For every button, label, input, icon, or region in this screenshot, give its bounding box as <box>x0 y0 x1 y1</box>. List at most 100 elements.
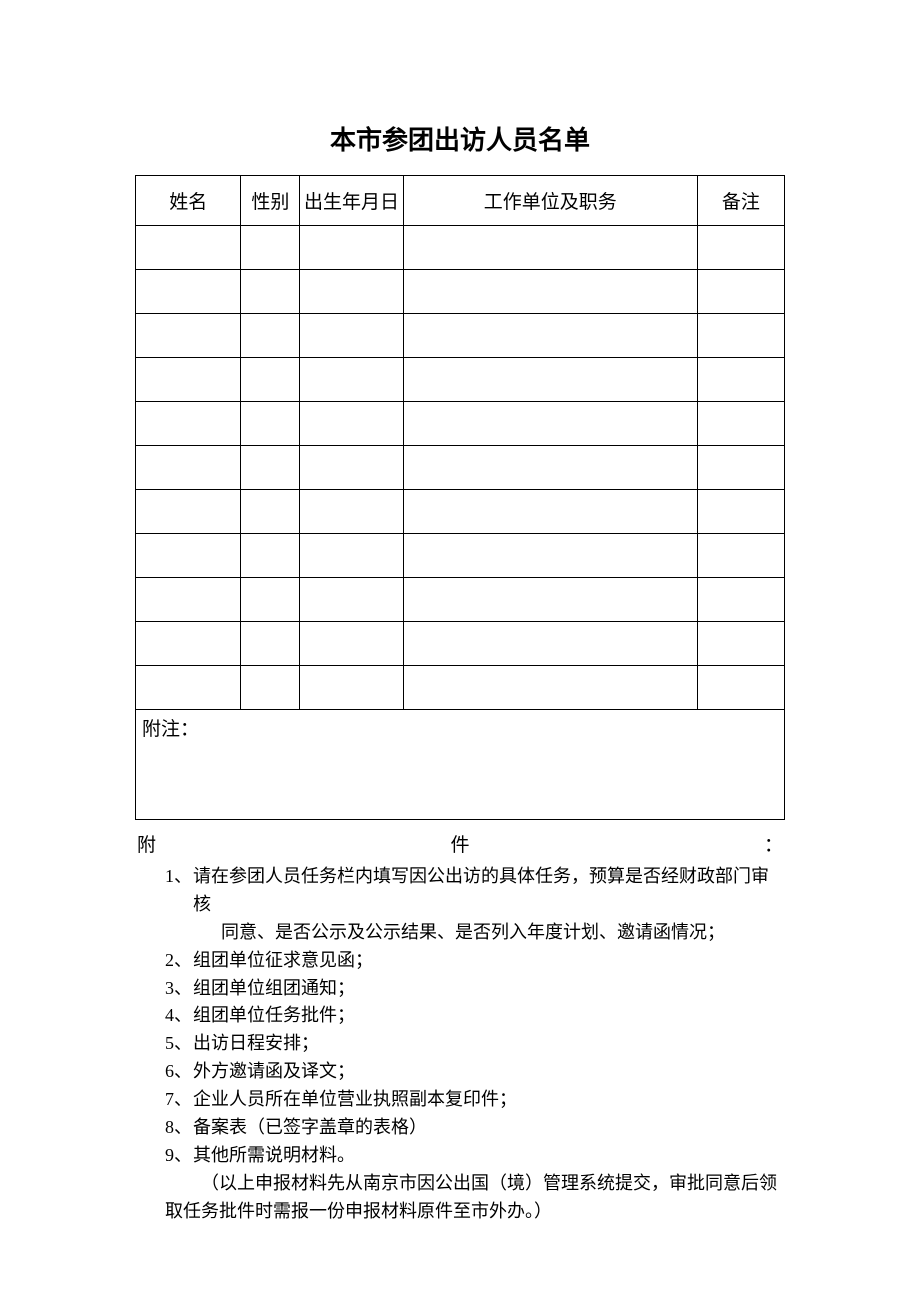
cell-dob <box>300 534 403 578</box>
attachment-item: 3、组团单位组团通知； <box>193 975 785 1003</box>
attachment-item-number: 5、 <box>165 1030 192 1058</box>
attachments-section: 附 件 ： 1、请在参团人员任务栏内填写因公出访的具体任务，预算是否经财政部门审… <box>135 830 785 1226</box>
cell-note <box>697 226 784 270</box>
attachment-item: 9、其他所需说明材料。 <box>193 1142 785 1170</box>
header-name: 姓名 <box>136 176 241 226</box>
attachment-item-text: 外方邀请函及译文； <box>193 1061 355 1081</box>
cell-name <box>136 490 241 534</box>
attachment-item-text: 请在参团人员任务栏内填写因公出访的具体任务，预算是否经财政部门审核 <box>193 866 769 914</box>
cell-note <box>697 534 784 578</box>
table-row <box>136 534 785 578</box>
cell-name <box>136 270 241 314</box>
attachment-item-text: 组团单位任务批件； <box>193 1005 355 1025</box>
cell-dob <box>300 226 403 270</box>
cell-sex <box>241 490 300 534</box>
cell-dob <box>300 314 403 358</box>
attachment-item-sub: 同意、是否公示及公示结果、是否列入年度计划、邀请函情况； <box>193 919 785 947</box>
attachment-item: 6、外方邀请函及译文； <box>193 1058 785 1086</box>
page-title: 本市参团出访人员名单 <box>135 120 785 157</box>
table-row <box>136 578 785 622</box>
table-row <box>136 402 785 446</box>
att-heading-mid: 件 <box>450 830 469 857</box>
attachment-item: 1、请在参团人员任务栏内填写因公出访的具体任务，预算是否经财政部门审核 <box>193 863 785 919</box>
cell-dob <box>300 666 403 710</box>
cell-sex <box>241 578 300 622</box>
roster-body <box>136 226 785 710</box>
table-row <box>136 666 785 710</box>
att-heading-right: ： <box>764 830 783 857</box>
attachment-item-text: 企业人员所在单位营业执照副本复印件； <box>193 1089 517 1109</box>
attachment-item-text: 出访日程安排； <box>193 1033 319 1053</box>
cell-name <box>136 534 241 578</box>
cell-dob <box>300 622 403 666</box>
cell-name <box>136 578 241 622</box>
attachment-item: 4、组团单位任务批件； <box>193 1002 785 1030</box>
table-row <box>136 490 785 534</box>
roster-table: 姓名 性别 出生年月日 工作单位及职务 备注 附注： <box>135 175 785 820</box>
attachment-item-number: 8、 <box>165 1114 192 1142</box>
cell-name <box>136 358 241 402</box>
cell-note <box>697 490 784 534</box>
cell-unit <box>403 358 697 402</box>
attachments-tail: （以上申报材料先从南京市因公出国（境）管理系统提交，审批同意后领取任务批件时需报… <box>107 1170 785 1226</box>
cell-unit <box>403 314 697 358</box>
header-note: 备注 <box>697 176 784 226</box>
cell-sex <box>241 534 300 578</box>
attachment-item-number: 2、 <box>165 947 192 975</box>
attachment-item-number: 9、 <box>165 1142 192 1170</box>
cell-note <box>697 270 784 314</box>
attachment-item-number: 4、 <box>165 1002 192 1030</box>
cell-note <box>697 446 784 490</box>
attachment-item: 2、组团单位征求意见函； <box>193 947 785 975</box>
cell-unit <box>403 490 697 534</box>
attachment-item: 8、备案表（已签字盖章的表格） <box>193 1114 785 1142</box>
attachment-item-text: 组团单位组团通知； <box>193 978 355 998</box>
attachment-item: 5、出访日程安排； <box>193 1030 785 1058</box>
table-row <box>136 270 785 314</box>
cell-note <box>697 622 784 666</box>
cell-note <box>697 666 784 710</box>
attachments-heading: 附 件 ： <box>135 830 785 857</box>
cell-dob <box>300 490 403 534</box>
attachment-item-text: 组团单位征求意见函； <box>193 950 373 970</box>
cell-name <box>136 446 241 490</box>
cell-dob <box>300 446 403 490</box>
cell-name <box>136 666 241 710</box>
attachment-item-number: 7、 <box>165 1086 192 1114</box>
cell-name <box>136 226 241 270</box>
cell-sex <box>241 622 300 666</box>
cell-sex <box>241 446 300 490</box>
header-sex: 性别 <box>241 176 300 226</box>
cell-name <box>136 622 241 666</box>
attachments-list: 1、请在参团人员任务栏内填写因公出访的具体任务，预算是否经财政部门审核同意、是否… <box>135 863 785 1170</box>
cell-unit <box>403 446 697 490</box>
attachment-item-text: 其他所需说明材料。 <box>193 1145 355 1165</box>
table-row <box>136 358 785 402</box>
cell-unit <box>403 402 697 446</box>
header-dob: 出生年月日 <box>300 176 403 226</box>
attachment-item-number: 1、 <box>165 863 192 891</box>
att-heading-left: 附 <box>137 830 156 857</box>
cell-dob <box>300 578 403 622</box>
cell-sex <box>241 314 300 358</box>
cell-dob <box>300 402 403 446</box>
table-row <box>136 226 785 270</box>
cell-unit <box>403 534 697 578</box>
cell-name <box>136 314 241 358</box>
cell-dob <box>300 358 403 402</box>
attachment-item: 7、企业人员所在单位营业执照副本复印件； <box>193 1086 785 1114</box>
cell-unit <box>403 622 697 666</box>
header-unit: 工作单位及职务 <box>403 176 697 226</box>
attachment-item-text: 备案表（已签字盖章的表格） <box>193 1117 427 1137</box>
cell-name <box>136 402 241 446</box>
cell-sex <box>241 226 300 270</box>
cell-note <box>697 314 784 358</box>
footnote-cell: 附注： <box>136 710 785 820</box>
cell-note <box>697 402 784 446</box>
attachment-item-number: 6、 <box>165 1058 192 1086</box>
table-header-row: 姓名 性别 出生年月日 工作单位及职务 备注 <box>136 176 785 226</box>
cell-sex <box>241 358 300 402</box>
table-row <box>136 446 785 490</box>
cell-unit <box>403 578 697 622</box>
cell-unit <box>403 270 697 314</box>
